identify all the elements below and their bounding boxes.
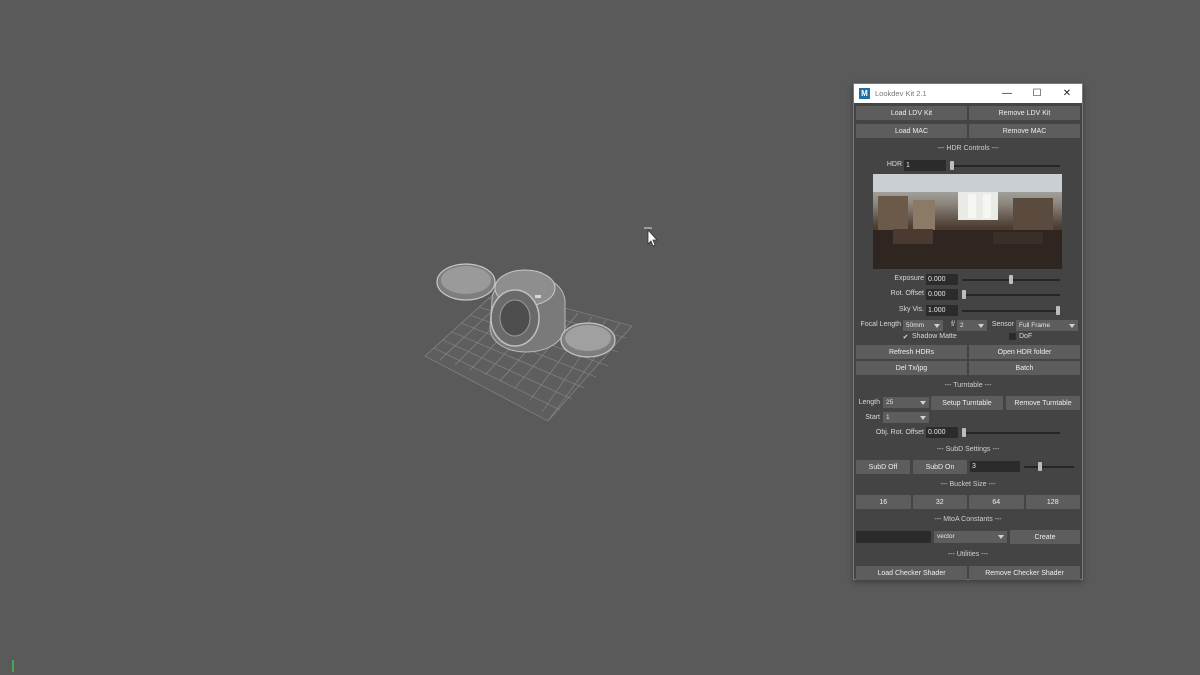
bucket-32-button[interactable]: 32 [912, 495, 967, 509]
length-label: Length [858, 399, 880, 406]
start-dropdown[interactable]: 1 [883, 412, 929, 423]
subd-on-button[interactable]: SubD On [913, 460, 967, 474]
rot-offset-slider-track[interactable] [962, 294, 1060, 296]
dof-label: DoF [1019, 333, 1033, 340]
obj-rot-slider-handle[interactable] [962, 428, 966, 437]
create-button[interactable]: Create [1010, 530, 1080, 544]
subd-slider-track[interactable] [1024, 466, 1074, 468]
section-bucket-size: --- Bucket Size --- [940, 481, 996, 488]
obj-rot-offset-field[interactable]: 0.000 [926, 427, 958, 438]
batch-button[interactable]: Batch [969, 361, 1080, 375]
shadow-matte-checkbox[interactable]: ✔ Shadow Matte [902, 333, 957, 341]
refresh-hdrs-button[interactable]: Refresh HDRs [856, 345, 967, 359]
bucket-16-button[interactable]: 16 [856, 495, 911, 509]
remove-turntable-button[interactable]: Remove Turntable [1006, 396, 1080, 410]
sky-vis-field[interactable]: 1.000 [926, 305, 958, 316]
lookdev-kit-window[interactable]: M Lookdev Kit 2.1 — ☐ ✕ Load LDV Kit Rem… [853, 83, 1083, 580]
maximize-icon[interactable]: ☐ [1022, 84, 1052, 103]
sensor-value: Full Frame [1019, 322, 1051, 329]
chevron-down-icon [998, 535, 1004, 539]
chevron-down-icon [978, 324, 984, 328]
setup-turntable-button[interactable]: Setup Turntable [931, 396, 1003, 410]
sky-vis-slider-track[interactable] [962, 310, 1060, 312]
remove-checker-shader-button[interactable]: Remove Checker Shader [969, 566, 1080, 580]
hdr-preview-image [873, 174, 1062, 269]
exposure-field[interactable]: 0.000 [926, 274, 958, 285]
mtoa-constant-name-field[interactable] [856, 531, 931, 543]
lens-cap-left [436, 263, 496, 301]
sensor-label: Sensor [991, 321, 1014, 328]
subd-slider-handle[interactable] [1038, 462, 1042, 471]
length-value: 25 [886, 399, 894, 406]
mtoa-type-value: vector [937, 533, 955, 540]
length-dropdown[interactable]: 25 [883, 397, 929, 408]
open-hdr-folder-button[interactable]: Open HDR folder [969, 345, 1080, 359]
axis-indicator-icon [12, 660, 14, 672]
obj-rot-offset-label: Obj. Rot. Offset [875, 429, 924, 436]
fstop-dropdown[interactable]: 2 [957, 320, 987, 331]
exposure-label: Exposure [894, 275, 924, 282]
section-turntable: --- Turntable --- [944, 382, 992, 389]
maya-app-icon: M [859, 88, 870, 99]
sky-vis-slider-handle[interactable] [1056, 306, 1060, 315]
exposure-slider-handle[interactable] [1009, 275, 1013, 284]
lens-body [489, 269, 566, 353]
bucket-128-button[interactable]: 128 [1025, 495, 1080, 509]
start-value: 1 [886, 414, 890, 421]
subd-level-field[interactable]: 3 [970, 461, 1020, 472]
section-utilities: --- Utilities --- [947, 551, 989, 558]
fstop-value: 2 [960, 322, 964, 329]
load-ldv-kit-button[interactable]: Load LDV Kit [856, 106, 967, 120]
close-icon[interactable]: ✕ [1052, 84, 1082, 103]
rot-offset-field[interactable]: 0.000 [926, 289, 958, 300]
section-mtoa-constants: --- MtoA Constants --- [934, 516, 1002, 523]
sky-vis-label: Sky Vis. [898, 306, 924, 313]
focal-length-value: 50mm [906, 322, 925, 329]
hdr-label: HDR [886, 161, 902, 168]
rot-offset-label: Rot. Offset [890, 290, 924, 297]
checkmark-icon: ✔ [902, 333, 909, 341]
unchecked-box-icon [1009, 333, 1016, 340]
window-title: Lookdev Kit 2.1 [875, 89, 927, 98]
obj-rot-slider-track[interactable] [962, 432, 1060, 434]
load-mac-button[interactable]: Load MAC [856, 124, 967, 138]
load-checker-shader-button[interactable]: Load Checker Shader [856, 566, 967, 580]
dof-checkbox[interactable]: DoF [1009, 333, 1032, 340]
mtoa-type-dropdown[interactable]: vector [934, 531, 1007, 543]
hdr-index-field[interactable]: 1 [904, 160, 946, 171]
focal-length-label: Focal Length [860, 321, 901, 328]
bucket-64-button[interactable]: 64 [969, 495, 1024, 509]
hdr-slider-handle[interactable] [950, 161, 954, 170]
hdr-slider-track[interactable] [950, 165, 1060, 167]
shadow-matte-label: Shadow Matte [912, 333, 957, 340]
focal-length-dropdown[interactable]: 50mm [903, 320, 943, 331]
section-hdr-controls: --- HDR Controls --- [937, 145, 999, 152]
chevron-down-icon [1069, 324, 1075, 328]
section-subd-settings: --- SubD Settings --- [936, 446, 1000, 453]
chevron-down-icon [934, 324, 940, 328]
sensor-dropdown[interactable]: Full Frame [1016, 320, 1078, 331]
move-cursor-icon [644, 227, 658, 247]
remove-ldv-kit-button[interactable]: Remove LDV Kit [969, 106, 1080, 120]
lens-cap-right [560, 322, 616, 358]
remove-mac-button[interactable]: Remove MAC [969, 124, 1080, 138]
chevron-down-icon [920, 416, 926, 420]
rot-offset-slider-handle[interactable] [962, 290, 966, 299]
title-bar[interactable]: M Lookdev Kit 2.1 — ☐ ✕ [854, 84, 1082, 103]
chevron-down-icon [920, 401, 926, 405]
subd-off-button[interactable]: SubD Off [856, 460, 910, 474]
fstop-label: f/ [951, 321, 955, 328]
start-label: Start [865, 414, 880, 421]
minimize-icon[interactable]: — [992, 84, 1022, 103]
del-tx-jpg-button[interactable]: Del Tx/jpg [856, 361, 967, 375]
